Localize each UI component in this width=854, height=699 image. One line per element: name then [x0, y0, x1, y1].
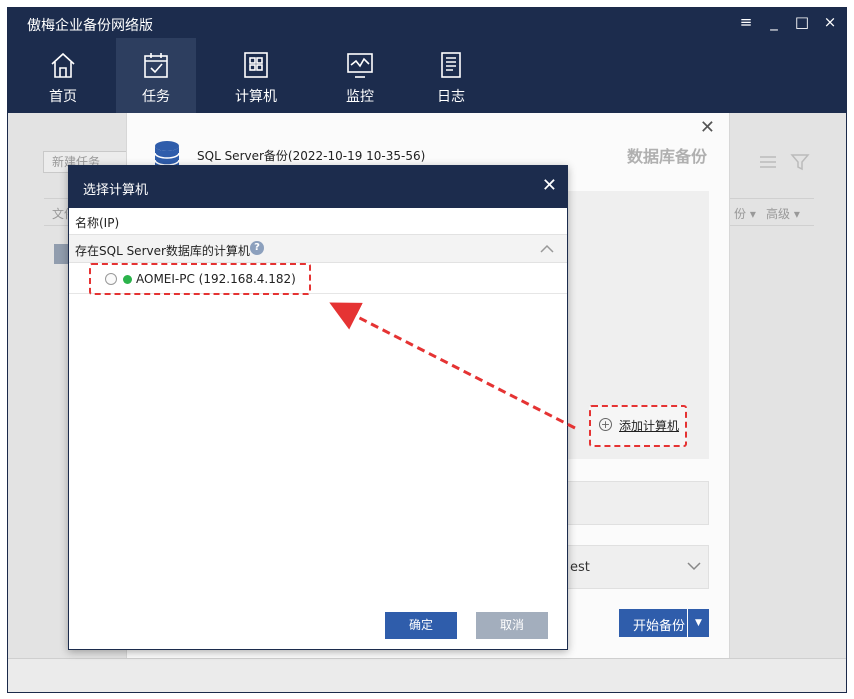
- nav-log-label: 日志: [437, 89, 465, 105]
- col-backup[interactable]: 份 ▾: [734, 205, 756, 222]
- chevron-up-icon[interactable]: [539, 241, 555, 257]
- cancel-button[interactable]: 取消: [476, 612, 548, 639]
- dialog-title: 选择计算机: [83, 183, 149, 198]
- home-icon: [51, 52, 75, 78]
- computer-group[interactable]: 存在SQL Server数据库的计算机 ?: [69, 234, 567, 263]
- status-bar: [8, 658, 846, 692]
- monitor-icon: [347, 53, 373, 78]
- select-computer-dialog: 选择计算机 ✕ 名称(IP) 存在SQL Server数据库的计算机 ? AOM…: [68, 165, 568, 650]
- computer-name: AOMEI-PC (192.168.4.182): [136, 272, 296, 286]
- task-row[interactable]: [54, 244, 68, 264]
- computer-icon: [244, 52, 268, 78]
- nav-tasks[interactable]: 任务: [116, 38, 196, 113]
- start-backup-label: 开始备份: [633, 619, 686, 634]
- minimize-icon[interactable]: _: [766, 13, 782, 31]
- nav-monitor-label: 监控: [346, 89, 374, 105]
- nav-computer[interactable]: 计算机: [216, 38, 296, 113]
- dialog-titlebar: 选择计算机 ✕: [69, 166, 567, 208]
- online-status-icon: [123, 275, 132, 284]
- start-backup-button[interactable]: 开始备份 ▼: [619, 609, 709, 637]
- filter-icon[interactable]: [790, 153, 810, 171]
- app-title: 傲梅企业备份网络版: [27, 18, 153, 34]
- nav-log[interactable]: 日志: [411, 38, 491, 113]
- help-icon[interactable]: ?: [250, 241, 264, 255]
- add-computer-label: 添加计算机: [619, 419, 680, 433]
- navbar: 首页 任务 计算机 监控 日志: [8, 38, 846, 113]
- chevron-down-icon: [687, 562, 701, 571]
- dropdown-arrow-icon[interactable]: ▼: [687, 609, 709, 637]
- computer-radio[interactable]: [105, 273, 117, 285]
- panel-title: 数据库备份: [626, 147, 707, 166]
- close-icon[interactable]: ×: [822, 13, 838, 31]
- nav-computer-label: 计算机: [235, 89, 277, 105]
- maximize-icon[interactable]: □: [794, 13, 810, 31]
- group-label: 存在SQL Server数据库的计算机: [75, 244, 250, 258]
- col-advanced[interactable]: 高级 ▾: [766, 205, 800, 222]
- task-icon: [144, 53, 168, 78]
- log-icon: [441, 52, 461, 78]
- titlebar: 傲梅企业备份网络版 ≡ _ □ ×: [8, 8, 846, 38]
- panel-close-icon[interactable]: ✕: [700, 117, 715, 138]
- dialog-close-icon[interactable]: ✕: [542, 175, 557, 196]
- window-controls: ≡ _ □ ×: [738, 13, 838, 31]
- target-value: est: [570, 560, 590, 575]
- column-name-header: 名称(IP): [75, 216, 120, 230]
- list-view-icon[interactable]: [758, 153, 778, 171]
- computer-row[interactable]: AOMEI-PC (192.168.4.182): [69, 263, 567, 295]
- job-name[interactable]: SQL Server备份(2022-10-19 10-35-56): [197, 147, 425, 164]
- menu-icon[interactable]: ≡: [738, 13, 754, 31]
- ok-button[interactable]: 确定: [385, 612, 457, 639]
- nav-monitor[interactable]: 监控: [320, 38, 400, 113]
- add-icon: +: [599, 418, 612, 431]
- add-computer-link[interactable]: + 添加计算机: [589, 405, 687, 447]
- nav-home-label: 首页: [49, 89, 77, 105]
- nav-tasks-label: 任务: [142, 89, 170, 105]
- nav-home[interactable]: 首页: [23, 38, 103, 113]
